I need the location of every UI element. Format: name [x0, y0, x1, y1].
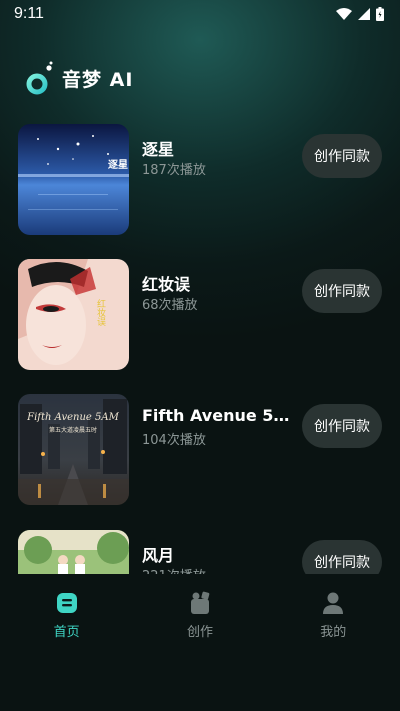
- song-play-count: 68次播放: [142, 298, 198, 313]
- bottom-nav: 首页 创作 我的: [0, 590, 400, 660]
- cover-text: 逐星: [108, 158, 128, 171]
- nav-label-home: 首页: [53, 625, 80, 640]
- song-cover[interactable]: Fifth Avenue 5AM 第五大道凌晨五时: [18, 394, 129, 505]
- cover-subtext: 第五大道凌晨五时: [49, 426, 97, 434]
- song-cover[interactable]: [18, 530, 129, 574]
- song-play-count: 187次播放: [142, 163, 206, 178]
- song-list[interactable]: 逐星 逐星 187次播放 创作同款 红妆误 红妆误 68次播放 创作同款 Fif…: [0, 120, 400, 574]
- app-logo-icon: [26, 61, 53, 95]
- song-title: Fifth Avenue 5AM...: [142, 406, 294, 425]
- song-item[interactable]: 红妆误 红妆误 68次播放 创作同款: [18, 259, 384, 371]
- song-title: 逐星: [142, 140, 175, 159]
- app-header: 音梦 AI: [26, 60, 133, 96]
- status-icons: [336, 7, 384, 21]
- create-same-button[interactable]: 创作同款: [302, 134, 382, 178]
- song-item[interactable]: 逐星 逐星 187次播放 创作同款: [18, 124, 384, 236]
- signal-icon: [358, 8, 370, 20]
- create-same-button[interactable]: 创作同款: [302, 269, 382, 313]
- nav-item-create[interactable]: 创作: [150, 590, 250, 640]
- song-title: 红妆误: [142, 275, 191, 294]
- nav-item-home[interactable]: 首页: [17, 590, 117, 640]
- song-item[interactable]: 风月 221次播放 创作同款: [18, 530, 384, 574]
- status-bar: 9:11: [0, 0, 400, 28]
- song-play-count: 221次播放: [142, 565, 206, 574]
- nav-label-create: 创作: [186, 625, 213, 640]
- create-same-button[interactable]: 创作同款: [302, 404, 382, 448]
- home-icon: [56, 593, 77, 613]
- status-time: 9:11: [14, 5, 44, 22]
- song-title: 风月: [142, 546, 175, 565]
- song-cover[interactable]: 红妆误: [18, 259, 129, 370]
- cover-text: 红妆误: [95, 298, 106, 327]
- profile-icon: [323, 592, 344, 614]
- song-item[interactable]: Fifth Avenue 5AM 第五大道凌晨五时 Fifth Avenue 5…: [18, 394, 384, 506]
- nav-item-profile[interactable]: 我的: [283, 590, 383, 640]
- battery-icon: [376, 7, 384, 21]
- nav-label-profile: 我的: [320, 625, 347, 640]
- app-title: 音梦 AI: [62, 68, 134, 91]
- wifi-icon: [336, 8, 352, 20]
- song-cover[interactable]: 逐星: [18, 124, 129, 235]
- create-same-button[interactable]: 创作同款: [302, 540, 382, 574]
- song-play-count: 104次播放: [142, 433, 206, 448]
- create-icon: [190, 591, 210, 614]
- cover-text: Fifth Avenue 5AM: [26, 412, 119, 423]
